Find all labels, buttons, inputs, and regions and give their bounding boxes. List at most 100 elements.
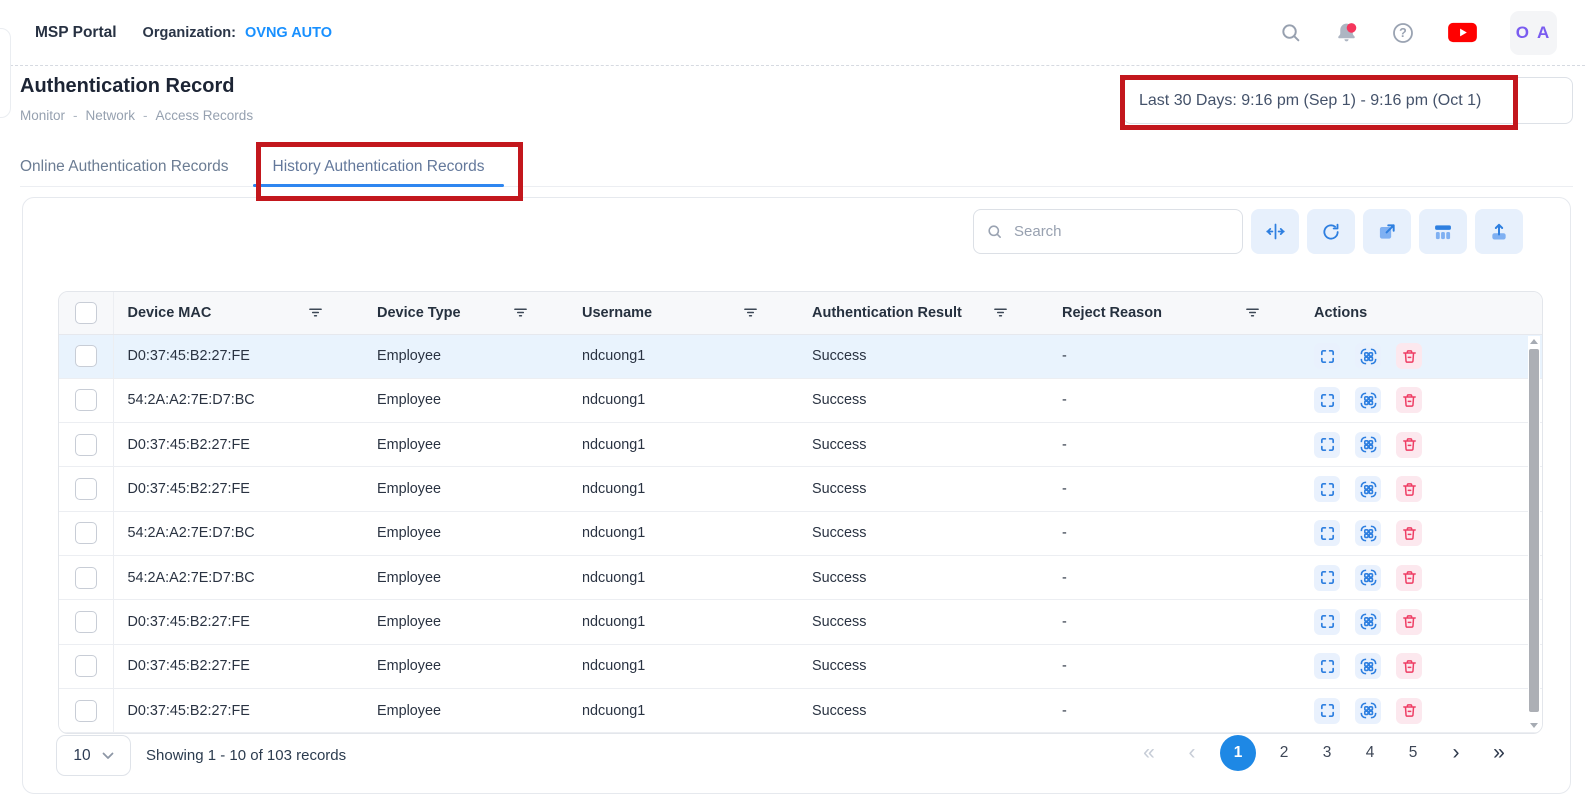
cell-auth-result: Success — [798, 423, 1048, 467]
row-select-cell — [59, 600, 113, 644]
columns-button[interactable] — [1419, 209, 1467, 254]
delete-button[interactable] — [1396, 476, 1422, 502]
organization-link[interactable]: OVNG AUTO — [245, 25, 332, 41]
search-input[interactable] — [1012, 222, 1230, 241]
row-checkbox[interactable] — [75, 522, 97, 544]
pagination-last-button[interactable]: » — [1484, 735, 1514, 771]
pagination-next-button[interactable]: › — [1441, 735, 1471, 771]
delete-button[interactable] — [1396, 387, 1422, 413]
search-box[interactable] — [973, 209, 1243, 254]
table-scrollbar[interactable] — [1528, 336, 1540, 731]
expand-button[interactable] — [1314, 565, 1340, 591]
tab-label: History Authentication Records — [273, 158, 485, 175]
help-icon[interactable]: ? — [1391, 21, 1415, 45]
details-button[interactable] — [1355, 387, 1381, 413]
cell-actions — [1300, 688, 1542, 732]
row-checkbox[interactable] — [75, 389, 97, 411]
column-header-label: Username — [582, 305, 652, 321]
expand-icon — [1319, 658, 1336, 675]
delete-button[interactable] — [1396, 432, 1422, 458]
pagination-page-button[interactable]: 2 — [1269, 735, 1299, 771]
cell-reject-reason: - — [1048, 378, 1300, 422]
avatar[interactable]: O A — [1510, 11, 1557, 55]
details-button[interactable] — [1355, 343, 1381, 369]
pagination-page-button[interactable]: 3 — [1312, 735, 1342, 771]
cell-reject-reason: - — [1048, 600, 1300, 644]
details-button[interactable] — [1355, 609, 1381, 635]
column-header-label: Reject Reason — [1062, 305, 1162, 321]
notifications-bell-icon[interactable] — [1334, 20, 1359, 45]
row-checkbox[interactable] — [75, 611, 97, 633]
filter-icon[interactable] — [993, 305, 1008, 320]
row-checkbox[interactable] — [75, 478, 97, 500]
breadcrumb-label: Monitor — [20, 108, 65, 123]
expand-button[interactable] — [1314, 476, 1340, 502]
delete-button[interactable] — [1396, 520, 1422, 546]
expand-button[interactable] — [1314, 609, 1340, 635]
open-in-new-button[interactable] — [1363, 209, 1411, 254]
export-button[interactable] — [1475, 209, 1523, 254]
expand-button[interactable] — [1314, 653, 1340, 679]
filter-icon[interactable] — [743, 305, 758, 320]
expand-button[interactable] — [1314, 387, 1340, 413]
records-table: Device MAC — [58, 291, 1543, 734]
column-header: Username — [568, 292, 798, 334]
breadcrumb-item[interactable]: - Access Records — [135, 108, 253, 123]
records-summary: Showing 1 - 10 of 103 records — [146, 735, 346, 776]
cell-reject-reason: - — [1048, 467, 1300, 511]
pagination-page-button[interactable]: 1 — [1220, 735, 1256, 771]
row-checkbox[interactable] — [75, 700, 97, 722]
delete-button[interactable] — [1396, 565, 1422, 591]
trash-icon — [1401, 569, 1418, 586]
details-button[interactable] — [1355, 653, 1381, 679]
page-size-select[interactable]: 10 — [56, 735, 131, 776]
row-select-cell — [59, 378, 113, 422]
row-checkbox[interactable] — [75, 434, 97, 456]
column-header: Device MAC — [113, 292, 363, 334]
cell-username: ndcuong1 — [568, 467, 798, 511]
filter-icon[interactable] — [308, 305, 323, 320]
organization-label: Organization: — [143, 25, 236, 41]
pagination-first-button[interactable]: « — [1134, 735, 1164, 771]
expand-button[interactable] — [1314, 520, 1340, 546]
details-button[interactable] — [1355, 565, 1381, 591]
details-button[interactable] — [1355, 698, 1381, 724]
breadcrumb-item[interactable]: - Network — [65, 108, 135, 123]
delete-button[interactable] — [1396, 653, 1422, 679]
scrollbar-thumb[interactable] — [1529, 349, 1539, 712]
scrollbar-up-arrow[interactable] — [1530, 339, 1538, 344]
row-checkbox[interactable] — [75, 655, 97, 677]
details-button[interactable] — [1355, 520, 1381, 546]
pagination-page-button[interactable]: 5 — [1398, 735, 1428, 771]
expand-button[interactable] — [1314, 343, 1340, 369]
page-title: Authentication Record — [20, 75, 234, 98]
tab[interactable]: Online Authentication Records — [20, 147, 251, 186]
delete-button[interactable] — [1396, 609, 1422, 635]
row-checkbox[interactable] — [75, 567, 97, 589]
date-range-picker[interactable]: Last 30 Days: 9:16 pm (Sep 1) - 9:16 pm … — [1123, 77, 1573, 124]
tab[interactable]: History Authentication Records — [251, 147, 507, 186]
fit-columns-button[interactable] — [1251, 209, 1299, 254]
filter-icon[interactable] — [1245, 305, 1260, 320]
row-checkbox[interactable] — [75, 345, 97, 367]
youtube-icon[interactable] — [1447, 21, 1478, 44]
scrollbar-down-arrow[interactable] — [1530, 723, 1538, 728]
qr-details-icon — [1359, 347, 1378, 366]
select-all-checkbox[interactable] — [75, 302, 97, 324]
filter-icon[interactable] — [513, 305, 528, 320]
pagination-page-button[interactable]: 4 — [1355, 735, 1385, 771]
refresh-button[interactable] — [1307, 209, 1355, 254]
search-icon[interactable] — [1279, 21, 1302, 44]
expand-button[interactable] — [1314, 432, 1340, 458]
date-range-text: Last 30 Days: 9:16 pm (Sep 1) - 9:16 pm … — [1139, 92, 1481, 110]
delete-button[interactable] — [1396, 698, 1422, 724]
qr-details-icon — [1359, 435, 1378, 454]
expand-button[interactable] — [1314, 698, 1340, 724]
expand-icon — [1319, 569, 1336, 586]
pagination-prev-button[interactable]: ‹ — [1177, 735, 1207, 771]
details-button[interactable] — [1355, 476, 1381, 502]
delete-button[interactable] — [1396, 343, 1422, 369]
details-button[interactable] — [1355, 432, 1381, 458]
breadcrumb-item[interactable]: - Monitor — [20, 108, 65, 123]
row-select-cell — [59, 511, 113, 555]
